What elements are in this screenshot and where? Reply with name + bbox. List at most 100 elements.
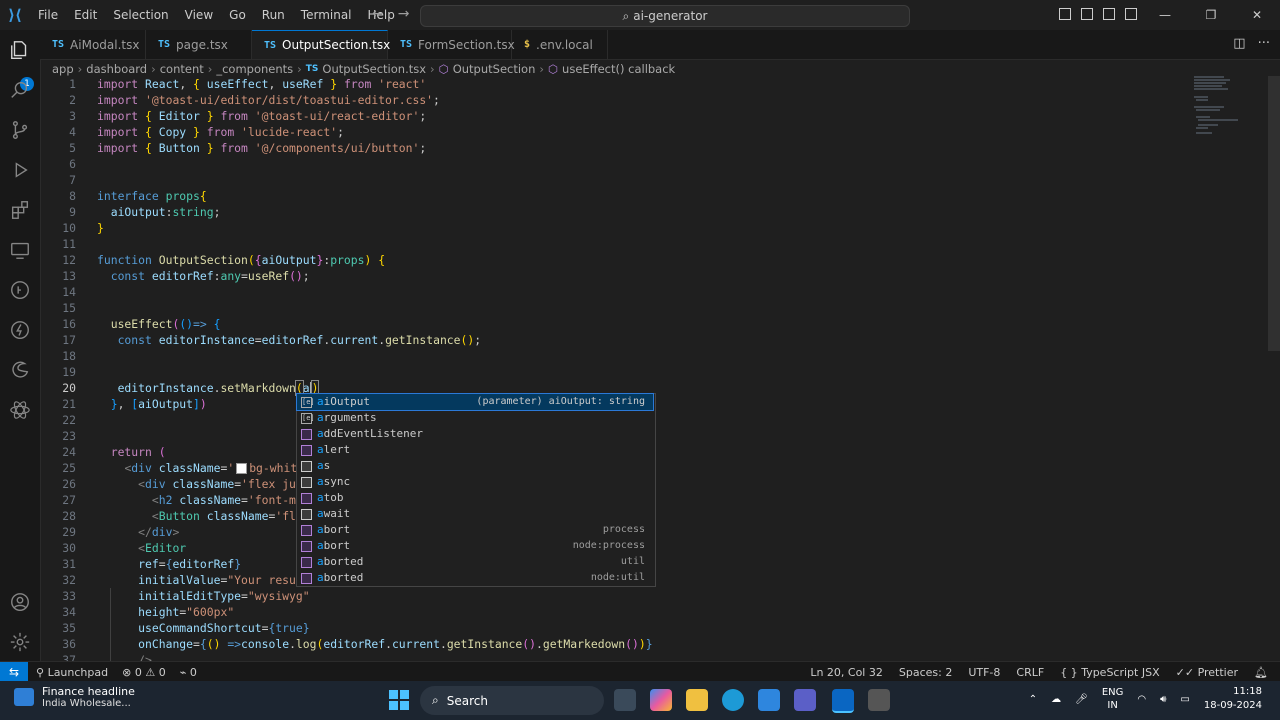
edge-tools-icon[interactable] (8, 358, 32, 382)
news-subtitle: India Wholesale... (42, 698, 131, 709)
menu-selection[interactable]: Selection (105, 8, 176, 22)
clock[interactable]: 11:18 18-09-2024 (1204, 685, 1262, 713)
breadcrumb-item[interactable]: OutputSection.tsx (322, 62, 426, 76)
minimize-icon[interactable]: — (1142, 8, 1188, 22)
menu-file[interactable]: File (30, 8, 66, 22)
volume-icon[interactable]: 🔊︎ (1160, 694, 1166, 705)
suggestion-item[interactable]: aborted util (297, 554, 653, 570)
menu-view[interactable]: View (177, 8, 221, 22)
token: div (131, 461, 152, 475)
suggestion-item[interactable]: async (297, 474, 653, 490)
suggestion-item[interactable]: abort node:process (297, 538, 653, 554)
copilot-icon[interactable] (650, 689, 672, 711)
suggestion-item[interactable]: abort process (297, 522, 653, 538)
menu-edit[interactable]: Edit (66, 8, 105, 22)
forward-arrow-icon[interactable]: → (398, 6, 410, 22)
split-editor-icon[interactable]: ◫ (1233, 36, 1245, 51)
snipping-tool-icon[interactable] (868, 689, 890, 711)
edge-browser-icon[interactable] (722, 689, 744, 711)
task-view-icon[interactable] (614, 689, 636, 711)
remote-explorer-icon[interactable] (8, 238, 32, 262)
ports-item[interactable]: ⌁ 0 (180, 666, 197, 679)
token: any (220, 269, 242, 283)
vscode-taskbar-icon[interactable] (832, 689, 854, 713)
menu-terminal[interactable]: Terminal (293, 8, 360, 22)
customize-layout-icon[interactable] (1120, 7, 1142, 23)
command-center[interactable]: ⌕ ai-generator (420, 5, 910, 27)
tab-formsection[interactable]: TS FormSection.tsx (388, 30, 515, 59)
accounts-icon[interactable] (8, 590, 32, 614)
minimap[interactable] (1190, 76, 1260, 146)
git-graph-icon[interactable] (8, 278, 32, 302)
restore-icon[interactable]: ❐ (1188, 8, 1234, 22)
news-widget[interactable]: Finance headline India Wholesale... (14, 685, 135, 709)
more-actions-icon[interactable]: ··· (1258, 36, 1270, 51)
minimap-line (1194, 85, 1222, 87)
menu-go[interactable]: Go (221, 8, 254, 22)
suggestion-item[interactable]: [e] arguments (297, 410, 653, 426)
suggestion-item[interactable]: await (297, 506, 653, 522)
wifi-icon[interactable]: ◠ (1137, 694, 1146, 705)
store-icon[interactable] (758, 689, 780, 711)
lightning-icon[interactable] (8, 318, 32, 342)
tab-env-local[interactable]: $ .env.local (512, 30, 608, 59)
language-indicator[interactable]: ENG IN (1102, 686, 1124, 712)
language-mode[interactable]: { } TypeScript JSX (1060, 666, 1159, 679)
explorer-icon[interactable] (8, 38, 32, 62)
source-control-icon[interactable] (8, 118, 32, 142)
search-sidebar-icon[interactable] (8, 78, 32, 102)
run-debug-icon[interactable] (8, 158, 32, 182)
extensions-icon[interactable] (8, 198, 32, 222)
token: from (220, 141, 248, 155)
command-center-label: ai-generator (633, 9, 708, 23)
suggestion-item[interactable]: alert (297, 442, 653, 458)
vertical-scrollbar[interactable] (1268, 76, 1280, 351)
token: /> (138, 653, 152, 661)
breadcrumb-item[interactable]: useEffect() callback (562, 62, 675, 76)
notifications-bell-icon[interactable]: 🔔︎ (1254, 666, 1268, 679)
nav-arrows: ← → (372, 6, 409, 22)
token: useCommandShortcut (138, 621, 262, 635)
taskbar-search[interactable]: ⌕ Search (420, 686, 604, 715)
close-window-icon[interactable]: ✕ (1234, 8, 1280, 22)
cloud-icon[interactable]: ☁ (1051, 694, 1061, 705)
suggestion-item[interactable]: aborted node:util (297, 570, 653, 586)
react-icon[interactable] (8, 398, 32, 422)
suggestion-item[interactable]: atob (297, 490, 653, 506)
battery-icon[interactable]: ▭ (1180, 694, 1189, 705)
indentation[interactable]: Spaces: 2 (899, 666, 952, 679)
toggle-panel-icon[interactable] (1076, 7, 1098, 23)
launchpad-item[interactable]: ⚲ Launchpad (36, 666, 108, 679)
tab-outputsection[interactable]: TS OutputSection.tsx (252, 30, 390, 59)
toggle-sidebar-icon[interactable] (1054, 7, 1076, 23)
windows-start-icon[interactable] (389, 690, 409, 710)
breadcrumb-item[interactable]: app (52, 62, 74, 76)
breadcrumb-item[interactable]: content (160, 62, 204, 76)
prettier-item[interactable]: ✓✓ Prettier (1176, 666, 1238, 679)
problems-item[interactable]: ⊗ 0 ⚠ 0 (122, 666, 166, 679)
end-of-line[interactable]: CRLF (1016, 666, 1044, 679)
color-swatch[interactable] (236, 463, 248, 474)
toggle-secondary-sidebar-icon[interactable] (1098, 7, 1120, 23)
encoding[interactable]: UTF-8 (968, 666, 1000, 679)
suggestion-item[interactable]: as (297, 458, 653, 474)
manage-gear-icon[interactable] (8, 630, 32, 654)
teams-icon[interactable] (794, 689, 816, 711)
suggestion-item[interactable]: [e] aiOutput (parameter) aiOutput: strin… (296, 393, 654, 411)
menu-run[interactable]: Run (254, 8, 293, 22)
breadcrumb-item[interactable]: dashboard (86, 62, 147, 76)
minimap-line (1196, 127, 1208, 129)
token: initialValue (138, 573, 221, 587)
chevron-up-icon[interactable]: ⌃ (1029, 694, 1037, 705)
suggestion-item[interactable]: addEventListener (297, 426, 653, 442)
tab-aimodal[interactable]: TS AiModal.tsx (40, 30, 146, 59)
microphone-icon[interactable]: 🎤︎ (1075, 694, 1088, 705)
back-arrow-icon[interactable]: ← (372, 6, 384, 22)
breadcrumb-item[interactable]: _components (216, 62, 293, 76)
breadcrumb-item[interactable]: OutputSection (453, 62, 536, 76)
cursor-position[interactable]: Ln 20, Col 32 (810, 666, 883, 679)
file-explorer-icon[interactable] (686, 689, 708, 711)
tab-page[interactable]: TS page.tsx (146, 30, 252, 59)
remote-indicator-icon[interactable]: ⇆ (0, 662, 28, 682)
